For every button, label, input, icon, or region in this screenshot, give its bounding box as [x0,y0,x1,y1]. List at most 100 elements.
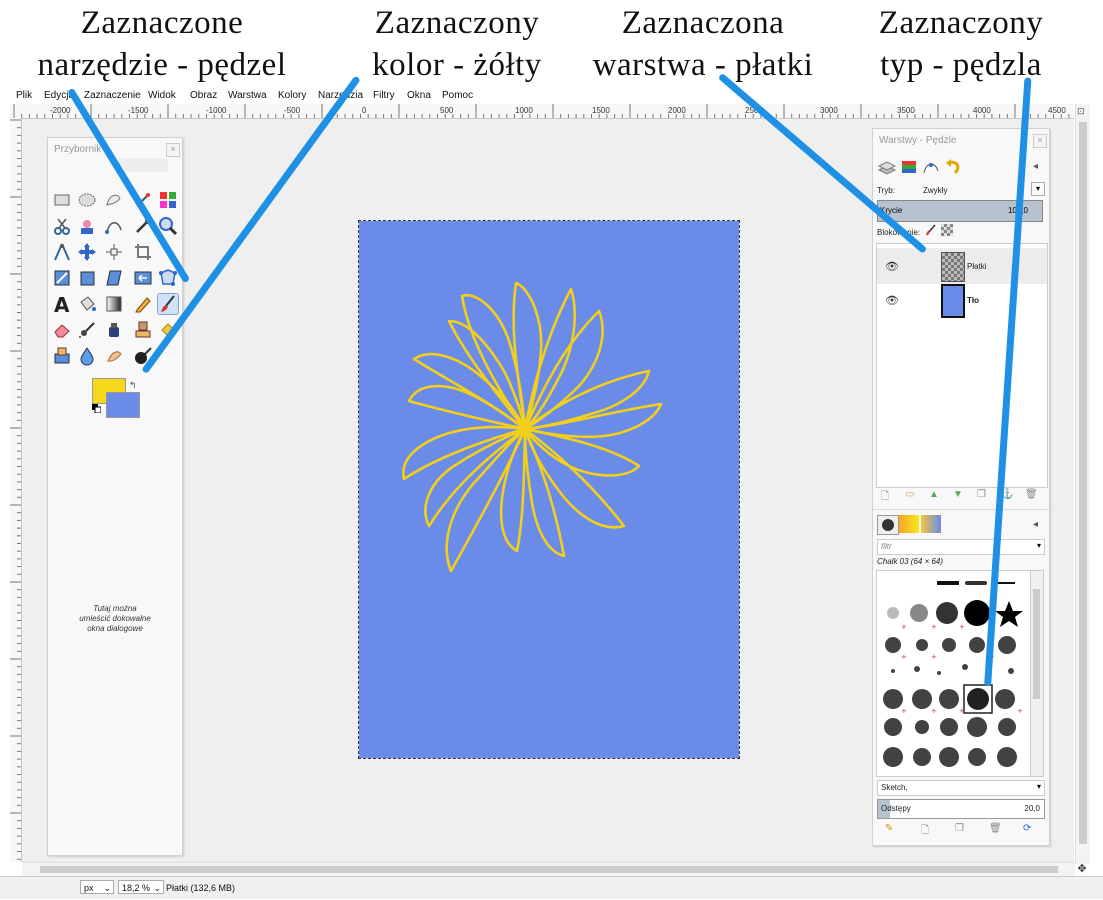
bucket-fill-icon[interactable] [77,294,97,314]
brush-scroll-thumb[interactable] [1033,589,1040,699]
new-brush-icon[interactable]: 🗋 [921,823,929,840]
brushes-menu-icon[interactable]: ◂ [1033,519,1038,530]
blur-icon[interactable] [77,346,97,366]
paintbrush-icon[interactable] [157,293,179,315]
perspective-clone-icon[interactable] [52,346,72,366]
brush-grid-scrollbar[interactable] [1030,570,1044,777]
paths-tab-icon[interactable] [921,157,941,177]
clone-icon[interactable] [133,320,153,340]
rotate-icon[interactable] [52,268,72,288]
cage-transform-icon[interactable] [158,268,178,288]
channels-tab-icon[interactable] [899,157,919,177]
layer-row-tlo[interactable]: 👁 Tło [877,282,1047,318]
free-select-icon[interactable] [104,190,124,210]
duplicate-layer-icon[interactable]: ❐ [977,489,986,500]
menu-warstwa[interactable]: Warstwa [228,90,267,101]
brush-tag-field[interactable]: Sketch, ▾ [877,780,1045,796]
zoom-toggle-icon[interactable]: ⊡ [1077,106,1087,116]
layer-row-platki[interactable]: 👁 Płatki [877,248,1047,284]
swap-colors-icon[interactable]: ↰ [129,380,137,391]
brushes-tab-icon[interactable] [877,515,899,535]
menu-obraz[interactable]: Obraz [190,90,217,101]
horizontal-scrollbar[interactable] [22,862,1075,876]
dock-close-icon[interactable]: × [1033,134,1047,148]
scissors-select-icon[interactable] [52,216,72,236]
align-icon[interactable] [104,242,124,262]
toolbox-close-icon[interactable]: × [166,143,180,157]
pencil-icon[interactable] [133,294,153,314]
visibility-eye-icon[interactable]: 👁 [885,260,899,273]
dock-menu-icon[interactable]: ◂ [1033,161,1038,172]
annotation-layer-line2: warstwa - płatki [592,47,814,83]
select-by-color-icon[interactable] [158,190,178,210]
gradients-tab-icon[interactable] [921,515,941,533]
zoom-select[interactable]: 18,2 % ⌄ [118,880,164,894]
visibility-eye-icon[interactable]: 👁 [885,294,899,307]
dock-tabs [877,157,977,177]
menu-pomoc[interactable]: Pomoc [442,90,473,101]
lower-layer-icon[interactable]: ▼ [953,489,963,500]
annotation-selected-tool: Zaznaczone narzędzie - pędzel [14,2,310,86]
new-layer-icon[interactable]: 🗋 [881,489,889,506]
scale-icon[interactable] [77,268,97,288]
new-layer-group-icon[interactable]: ▭ [905,489,914,500]
shear-icon[interactable] [104,268,124,288]
navigate-move-icon[interactable]: ✥ [1076,863,1088,875]
menu-zaznaczenie[interactable]: Zaznaczenie [84,90,141,101]
lock-pixels-icon[interactable] [925,224,937,236]
ellipse-select-icon[interactable] [77,190,97,210]
unit-dropdown-icon[interactable]: ⌄ [103,881,113,895]
zoom-dropdown-icon[interactable]: ⌄ [153,881,163,895]
ink-icon[interactable] [104,320,124,340]
background-color-swatch[interactable] [106,392,140,418]
delete-layer-icon[interactable]: 🗑 [1025,489,1038,500]
patterns-tab-icon[interactable] [899,515,919,533]
delete-brush-icon[interactable]: 🗑 [989,823,1002,834]
mode-select[interactable]: Zwykły [923,186,947,195]
horizontal-scroll-thumb[interactable] [40,866,1058,873]
layer-name-tlo[interactable]: Tło [967,296,979,305]
annotation-brush-type: Zaznaczony typ - pędzla [860,2,1062,86]
brush-row-shapes [887,581,1023,627]
vertical-scroll-thumb[interactable] [1079,122,1087,844]
rect-select-icon[interactable] [52,190,72,210]
menu-plik[interactable]: Plik [16,90,32,101]
paths-icon[interactable] [104,216,124,236]
ruler-label: 4000 [973,106,991,115]
eraser-icon[interactable] [52,320,72,340]
flip-icon[interactable] [133,268,153,288]
annotation-selected-color: Zaznaczony kolor - żółty [352,2,562,86]
mode-dropdown-icon[interactable]: ▾ [1031,182,1045,196]
menu-kolory[interactable]: Kolory [278,90,306,101]
measure-icon[interactable] [52,242,72,262]
layer-name-platki[interactable]: Płatki [967,262,987,271]
vertical-scrollbar[interactable] [1075,104,1090,864]
spacing-slider[interactable]: Odstępy 20,0 [877,799,1045,819]
brush-grid[interactable]: ++++++++++ [876,570,1032,777]
text-icon[interactable]: A [52,294,72,314]
lock-alpha-icon[interactable] [941,224,953,236]
crop-icon[interactable] [133,242,153,262]
airbrush-icon[interactable] [77,320,97,340]
menu-okna[interactable]: Okna [407,90,431,101]
foreground-select-icon[interactable] [77,216,97,236]
layers-tab-icon[interactable] [877,157,897,177]
filter-dropdown-icon[interactable]: ▾ [1037,541,1041,550]
gradient-icon[interactable] [104,294,124,314]
menu-filtry[interactable]: Filtry [373,90,395,101]
duplicate-brush-icon[interactable]: ❐ [955,823,964,834]
refresh-brushes-icon[interactable]: ⟳ [1023,823,1031,834]
raise-layer-icon[interactable]: ▲ [929,489,939,500]
image-canvas[interactable] [358,220,740,759]
tag-dropdown-icon[interactable]: ▾ [1037,782,1041,791]
move-icon[interactable] [77,242,97,262]
smudge-icon[interactable] [104,346,124,366]
annotation-color-line2: kolor - żółty [372,47,542,83]
menu-widok[interactable]: Widok [148,90,176,101]
unit-select[interactable]: px ⌄ [80,880,114,894]
layer-thumbnail-blue [941,284,965,318]
default-colors-icon[interactable] [92,404,101,413]
edit-brush-icon[interactable]: ✎ [885,823,893,834]
brush-filter-field[interactable]: filtr ▾ [877,539,1045,555]
undo-history-tab-icon[interactable] [943,157,963,177]
